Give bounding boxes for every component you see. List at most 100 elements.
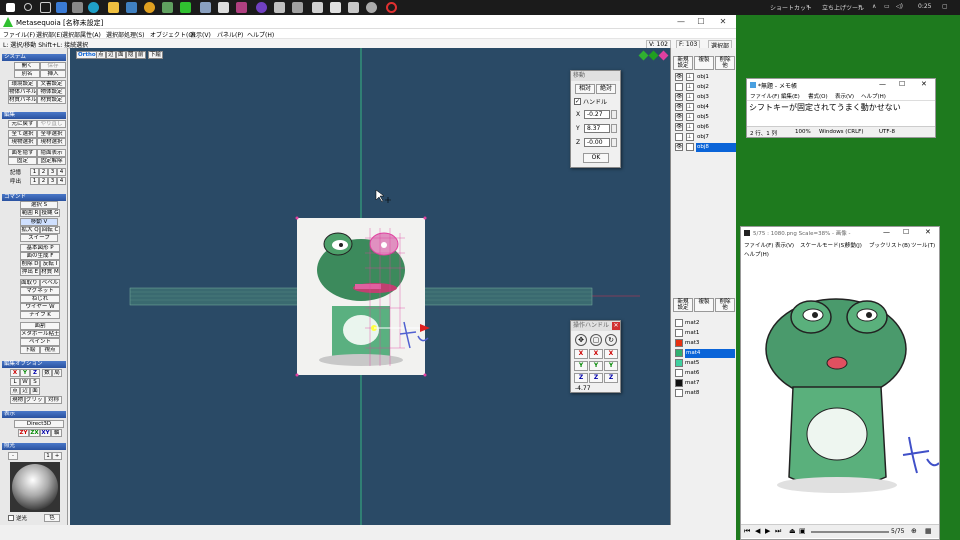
maximize-button[interactable]: ☐ [692,16,710,28]
object-lock-icon[interactable]: ⊥ [686,83,694,91]
bevel-tool-button[interactable]: ベベル [40,279,60,287]
plane-zy-toggle[interactable]: ZY [18,429,29,437]
object-visible-eye-icon[interactable] [675,83,683,91]
material-row[interactable]: mat1 [673,329,736,338]
light-color-button[interactable]: 色 [44,514,60,522]
save-as-button[interactable]: 別名 [14,70,40,78]
show-hidden-button[interactable]: 隠面表示 [37,149,66,157]
material-row[interactable]: mat2 [673,319,736,328]
viewer-menu-tools[interactable]: ツール(T) [911,241,935,249]
app-icon-3[interactable] [126,2,137,13]
object-delete-button[interactable]: 削除他 [715,56,735,70]
notepad-minimize-button[interactable]: — [879,80,886,88]
app-icon-7[interactable] [236,2,247,13]
vertex-select-toggle[interactable]: 点 [10,387,20,395]
handle-z-button-2[interactable]: Z [589,373,603,383]
close-button[interactable]: ✕ [714,16,732,28]
material-panel-button[interactable]: 材質パネル [8,96,37,104]
relative-button[interactable]: 相対 [575,84,595,94]
renderer-select[interactable]: Direct3D [14,420,64,428]
shortcut-chevron[interactable]: » [806,3,810,10]
viewer-minimize-button[interactable]: — [883,228,890,236]
object-panel-button[interactable]: 物体パネル [8,88,37,96]
menu-help[interactable]: ヘルプ(H) [247,30,274,39]
handle-x-button-1[interactable]: X [574,349,588,359]
select-current-material-button[interactable]: 現材選択 [37,138,66,146]
doc-settings-button[interactable]: 文書設定 [37,80,66,88]
minimize-button[interactable]: — [672,16,690,28]
viewer-first-button[interactable]: ⏮ [744,527,750,536]
notepad-close-button[interactable]: ✕ [921,80,927,88]
viewer-prev-button[interactable]: ◀ [755,527,760,535]
object-lock-icon[interactable]: ⊥ [686,133,694,141]
memory-recall-2[interactable]: 2 [39,177,48,185]
paint-tool-button[interactable]: ペイント [20,338,60,346]
primitive-tool-button[interactable]: 基本図形 P [20,244,60,252]
app-icon-4[interactable] [162,2,173,13]
app-icon-12[interactable] [330,2,341,13]
local-coord-toggle[interactable]: L [10,378,20,386]
handle-y-button-1[interactable]: Y [574,361,588,371]
select-current-object-button[interactable]: 現物選択 [8,138,37,146]
axis-z-toggle[interactable]: Z [30,369,40,377]
object-lock-icon[interactable]: ⊥ [686,93,694,101]
material-color-swatch[interactable] [675,349,683,357]
undo-button[interactable]: 元に戻す [8,120,37,128]
task-view-icon[interactable] [40,2,51,13]
material-settings-button[interactable]: 材質設定 [37,96,66,104]
grid-snap-toggle[interactable]: グリッド [25,396,45,404]
menu-selection-process[interactable]: 選択部処理(S) [106,30,145,39]
viewer-page-slider[interactable] [811,531,889,533]
knife-tool-button[interactable]: ナイフ K [20,311,60,319]
handle-move-icon[interactable]: ✥ [575,334,587,346]
app-icon-5[interactable] [200,2,211,13]
light-sphere[interactable] [10,462,60,512]
x-spinner[interactable] [611,110,617,119]
axis-x-toggle[interactable]: X [10,369,20,377]
backlight-checkbox[interactable] [8,515,14,521]
object-visible-eye-icon[interactable]: 👁 [675,73,683,81]
app-icon-10[interactable] [292,2,303,13]
chrome-icon[interactable] [144,2,155,13]
material-row[interactable]: mat3 [673,339,736,348]
world-coord-toggle[interactable]: W [20,378,30,386]
material-color-swatch[interactable] [675,379,683,387]
viewer-fit-icon[interactable]: ▣ [799,527,806,535]
menu-edit[interactable]: 選択部(E) [36,30,62,39]
screen-coord-toggle[interactable]: S [30,378,40,386]
viewer-layout-icon[interactable]: ▦ [925,527,932,535]
magnet-tool-button[interactable]: マグネット [20,287,60,295]
y-value-input[interactable]: 8.37 [584,124,610,133]
range-tool-button[interactable]: 範囲 R [20,209,40,217]
windows-start-icon[interactable] [6,3,15,12]
underlay-tool-button[interactable]: 下絵 [20,346,40,354]
material-row[interactable]: mat8 [673,389,736,398]
app-icon-8[interactable] [256,2,267,13]
light-increase-button[interactable]: + [52,452,62,460]
app-icon-1[interactable] [56,2,67,13]
object-row-3[interactable]: 👁 ⊥ obj3 [673,93,736,102]
viewer-next-button[interactable]: ⏭ [775,527,781,536]
object-row-2[interactable]: ⊥ obj2 [673,83,736,92]
z-spinner[interactable] [611,138,617,147]
handle-dialog-close-icon[interactable]: ✕ [612,322,620,330]
notepad-menu-edit[interactable]: 編集(E) [781,92,800,100]
z-value-input[interactable]: -0.00 [584,138,610,147]
plane-zx-toggle[interactable]: ZX [29,429,40,437]
object-row-8-selected[interactable]: 👁 obj8 [673,143,736,152]
move-tool-button[interactable]: 移動 V [20,218,58,226]
viewpoint-tool-button[interactable]: 視点 [40,346,60,354]
object-lock-icon[interactable]: ⊥ [686,113,694,121]
save-button[interactable]: 保存 [40,62,66,70]
handle-scale-icon[interactable]: ▢ [590,334,602,346]
menu-panel[interactable]: パネル(P) [217,30,243,39]
object-visible-eye-icon[interactable]: 👁 [675,123,683,131]
handle-x-button-3[interactable]: X [604,349,618,359]
handle-rotate-icon[interactable]: ↻ [605,334,617,346]
handle-x-button-2[interactable]: X [589,349,603,359]
record-icon[interactable] [386,2,397,13]
object-lock-icon[interactable]: ⊥ [686,73,694,81]
display-section-head[interactable]: 表示 [2,411,66,418]
folder-icon[interactable] [108,2,119,13]
axis-display-toggle[interactable]: 軸 [51,429,62,437]
